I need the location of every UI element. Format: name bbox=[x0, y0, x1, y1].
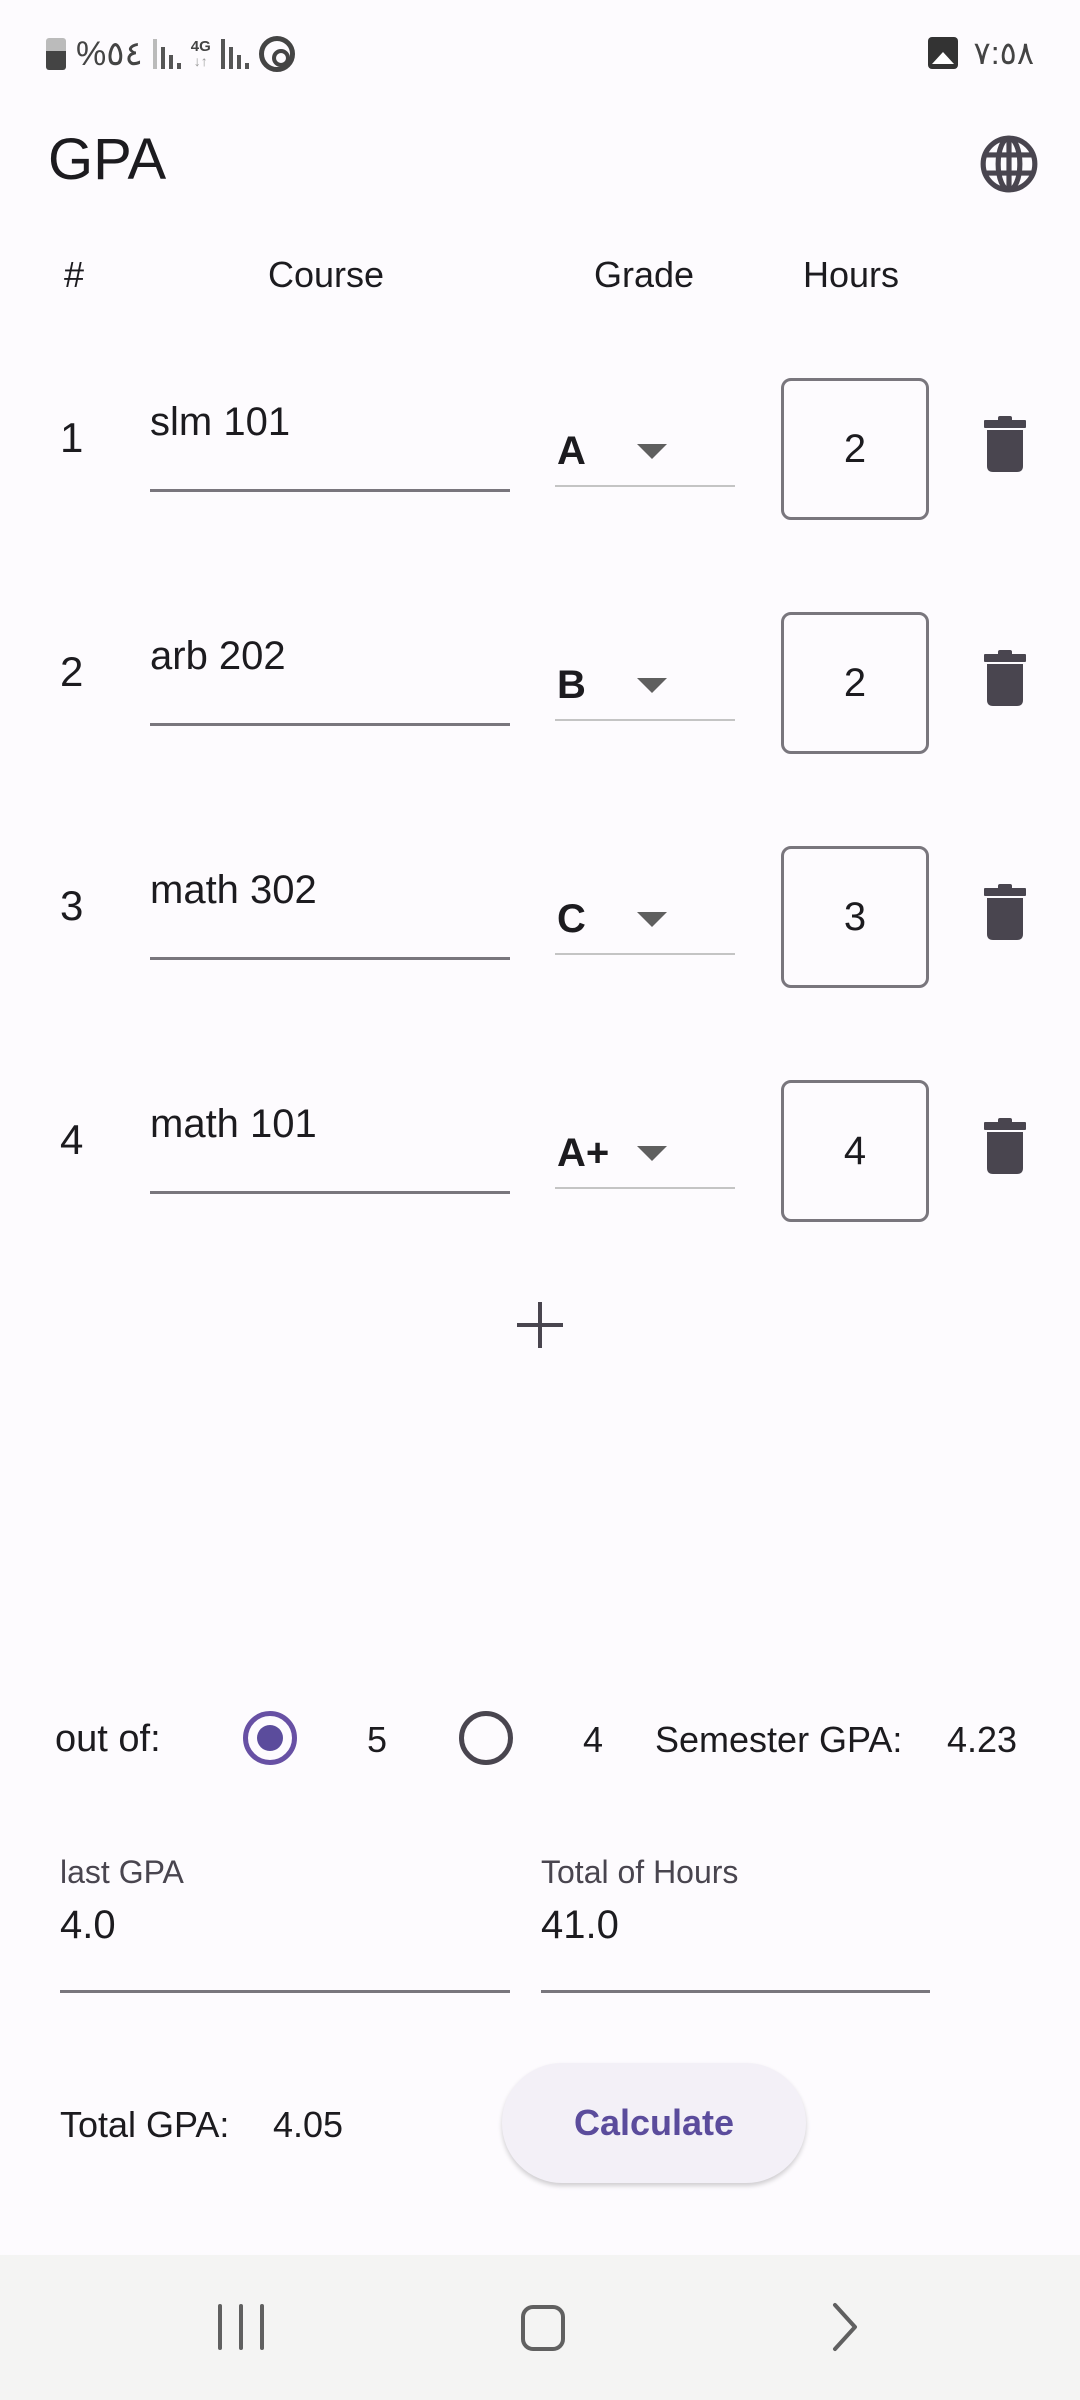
last-gpa-underline bbox=[60, 1990, 510, 1993]
semester-gpa-label: Semester GPA: bbox=[655, 1719, 903, 1760]
globe-icon[interactable] bbox=[978, 133, 1040, 195]
header-course: Course bbox=[268, 254, 385, 295]
grade-dropdown[interactable]: C bbox=[555, 885, 735, 955]
hotspot-icon bbox=[258, 36, 295, 72]
header-hours: Hours bbox=[803, 254, 900, 295]
row-number: 2 bbox=[60, 648, 84, 695]
last-gpa-label: last GPA bbox=[60, 1854, 184, 1890]
grade-dropdown[interactable]: A bbox=[555, 417, 735, 487]
hours-input[interactable]: 4 bbox=[781, 1080, 929, 1222]
trash-icon[interactable] bbox=[984, 416, 1026, 472]
scale-radio-5[interactable] bbox=[243, 1711, 297, 1765]
status-right: ٧:٥٨ bbox=[927, 34, 1034, 72]
grade-dropdown[interactable]: B bbox=[555, 651, 735, 721]
course-name-input[interactable] bbox=[150, 396, 510, 492]
total-hours-underline bbox=[541, 1990, 930, 1993]
last-gpa-input[interactable]: 4.0 bbox=[60, 1903, 116, 1948]
grade-value: A+ bbox=[557, 1130, 610, 1175]
header-number: # bbox=[64, 254, 85, 295]
scale-radio-4[interactable] bbox=[459, 1711, 513, 1765]
back-icon[interactable] bbox=[825, 2302, 865, 2352]
trash-icon[interactable] bbox=[984, 1118, 1026, 1174]
row-number: 4 bbox=[60, 1116, 84, 1163]
battery-percent: %٥٤ bbox=[76, 35, 143, 73]
hours-input[interactable]: 3 bbox=[781, 846, 929, 988]
battery-icon bbox=[46, 38, 66, 70]
dropdown-arrow-icon bbox=[637, 911, 667, 927]
clock: ٧:٥٨ bbox=[973, 35, 1034, 71]
grade-dropdown[interactable]: A+ bbox=[555, 1119, 735, 1189]
semester-gpa-value: 4.23 bbox=[947, 1719, 1018, 1760]
home-icon[interactable] bbox=[521, 2305, 565, 2351]
gallery-notification-icon bbox=[927, 37, 958, 69]
total-hours-input[interactable]: 41.0 bbox=[541, 1903, 619, 1948]
calculate-button[interactable]: Calculate bbox=[502, 2063, 806, 2183]
course-name-input[interactable] bbox=[150, 630, 510, 726]
trash-icon[interactable] bbox=[984, 650, 1026, 706]
course-name-input[interactable] bbox=[150, 1098, 510, 1194]
dropdown-arrow-icon bbox=[637, 443, 667, 459]
total-gpa-value: 4.05 bbox=[273, 2104, 344, 2145]
total-hours-label: Total of Hours bbox=[541, 1854, 739, 1890]
dropdown-arrow-icon bbox=[637, 1145, 667, 1161]
status-bar: %٥٤ 4G ↓↑ ٧:٥٨ bbox=[0, 0, 1080, 100]
scale-option-5-label: 5 bbox=[367, 1719, 388, 1760]
row-number: 1 bbox=[60, 414, 84, 461]
recent-apps-icon[interactable] bbox=[218, 2304, 264, 2350]
signal-icon-2 bbox=[220, 39, 249, 69]
course-name-input[interactable] bbox=[150, 864, 510, 960]
hours-input[interactable]: 2 bbox=[781, 378, 929, 520]
signal-icon bbox=[152, 39, 181, 69]
header-grade: Grade bbox=[594, 254, 695, 295]
total-gpa-label: Total GPA: bbox=[60, 2104, 230, 2145]
scale-option-4-label: 4 bbox=[583, 1719, 604, 1760]
grade-value: B bbox=[557, 662, 586, 707]
network-type-icon: 4G ↓↑ bbox=[190, 38, 211, 69]
hours-input[interactable]: 2 bbox=[781, 612, 929, 754]
row-number: 3 bbox=[60, 882, 84, 929]
grade-value: C bbox=[557, 896, 586, 941]
trash-icon[interactable] bbox=[984, 884, 1026, 940]
scale-label: out of: bbox=[55, 1718, 161, 1760]
grade-value: A bbox=[557, 428, 586, 473]
plus-icon[interactable] bbox=[515, 1300, 565, 1350]
status-left: %٥٤ 4G ↓↑ bbox=[46, 34, 295, 74]
page-title: GPA bbox=[48, 127, 167, 192]
dropdown-arrow-icon bbox=[637, 677, 667, 693]
